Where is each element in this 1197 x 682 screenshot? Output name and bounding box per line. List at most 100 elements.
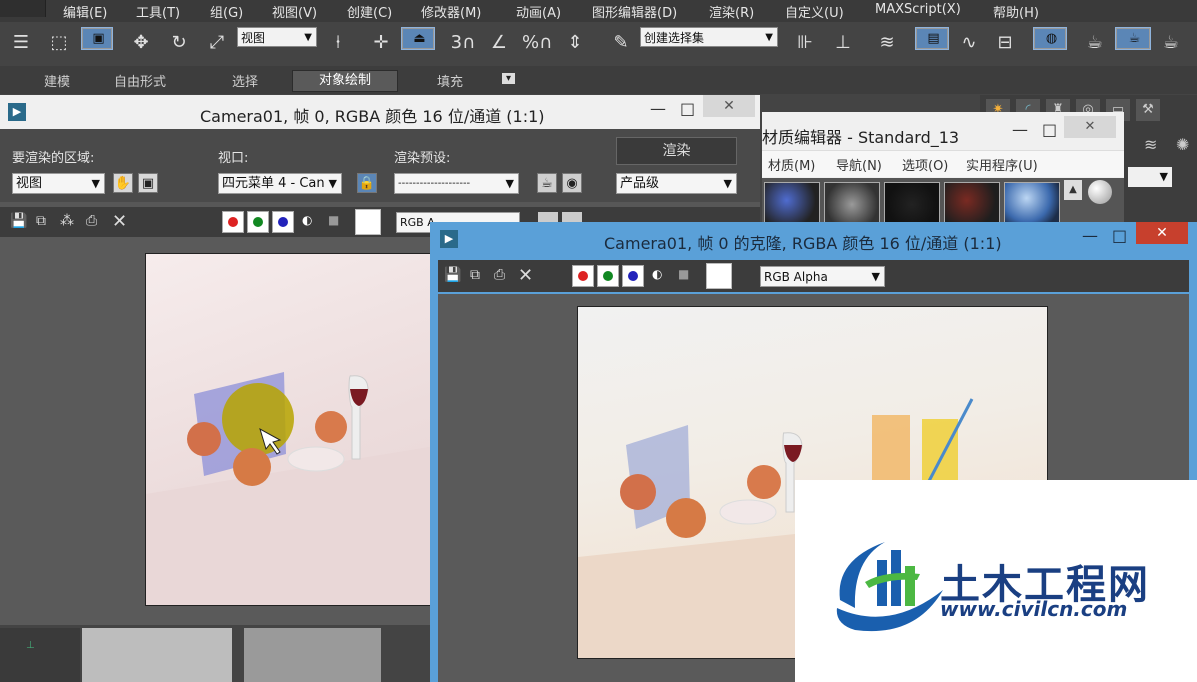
- waves-icon[interactable]: ≋: [1144, 135, 1157, 154]
- material-slot-2[interactable]: [824, 182, 880, 227]
- menu-group[interactable]: 组(G): [210, 2, 243, 21]
- environment-effects-icon[interactable]: ◉: [562, 173, 582, 193]
- ribbon-tab-object-paint[interactable]: 对象绘制: [292, 70, 399, 92]
- percent-snap-icon[interactable]: %∩: [522, 28, 552, 58]
- scale-icon[interactable]: ⤢: [202, 28, 232, 58]
- menu-views[interactable]: 视图(V): [272, 2, 317, 21]
- material-slot-4[interactable]: [944, 182, 1000, 227]
- menu-create[interactable]: 创建(C): [347, 2, 392, 21]
- ribbon-tab-populate[interactable]: 填充: [437, 71, 463, 90]
- color-swatch[interactable]: [706, 263, 732, 289]
- red-channel-toggle[interactable]: [222, 211, 244, 233]
- graphite-toolbar-icon[interactable]: ▤: [915, 27, 949, 50]
- menu-edit[interactable]: 编辑(E): [63, 2, 107, 21]
- snap-toggle-icon[interactable]: 3∩: [448, 28, 478, 58]
- move-icon[interactable]: ✥: [126, 28, 156, 58]
- schematic-view-icon[interactable]: ⊟: [990, 28, 1020, 58]
- auto-region-icon[interactable]: ▣: [138, 173, 158, 193]
- me-menu-utilities[interactable]: 实用程序(U): [966, 155, 1038, 174]
- material-slot-5[interactable]: [1004, 182, 1060, 227]
- named-selection-set-select[interactable]: 创建选择集 ▼: [640, 27, 778, 47]
- save-image-icon[interactable]: 💾: [444, 267, 461, 283]
- clear-icon[interactable]: ✕: [518, 265, 533, 286]
- red-channel-toggle[interactable]: [572, 265, 594, 287]
- green-channel-toggle[interactable]: [247, 211, 269, 233]
- material-editor-icon[interactable]: ◍: [1033, 27, 1067, 50]
- alpha-display-icon[interactable]: ◐: [302, 213, 312, 227]
- render-quality-select[interactable]: 产品级 ▼: [616, 173, 737, 194]
- alpha-display-icon[interactable]: ◐: [652, 267, 662, 281]
- curve-editor-icon[interactable]: ∿: [954, 28, 984, 58]
- save-image-icon[interactable]: 💾: [10, 213, 27, 229]
- mono-icon[interactable]: ■: [328, 213, 339, 227]
- keyboard-shortcut-override-icon[interactable]: ⏏: [401, 27, 435, 50]
- render-preset-select[interactable]: -------------------- ▼: [394, 173, 519, 194]
- area-to-render-select[interactable]: 视图 ▼: [12, 173, 105, 194]
- ribbon-tab-modeling[interactable]: 建模: [44, 71, 70, 90]
- channel-display-select[interactable]: RGB Alpha ▼: [760, 266, 885, 287]
- select-manipulate-icon[interactable]: ✛: [366, 28, 396, 58]
- reference-coordinate-select[interactable]: 视图 ▼: [237, 27, 317, 47]
- minimize-button[interactable]: —: [650, 99, 666, 118]
- me-menu-material[interactable]: 材质(M): [768, 155, 815, 174]
- me-minimize-button[interactable]: —: [1012, 120, 1028, 139]
- sample-type-icon[interactable]: [1088, 180, 1112, 204]
- edit-region-icon[interactable]: ✋: [113, 173, 133, 193]
- ribbon-tab-selection[interactable]: 选择: [232, 71, 258, 90]
- menu-tools[interactable]: 工具(T): [136, 2, 180, 21]
- layer-manager-icon[interactable]: ≋: [872, 28, 902, 58]
- close-button[interactable]: ✕: [703, 95, 755, 117]
- print-icon[interactable]: ⎙: [86, 213, 97, 229]
- copy-image-icon[interactable]: ⧉: [470, 267, 480, 283]
- color-swatch[interactable]: [355, 209, 381, 235]
- align-icon[interactable]: ⊥: [828, 28, 858, 58]
- me-menu-navigation[interactable]: 导航(N): [836, 155, 882, 174]
- spinner-snap-icon[interactable]: ⇕: [560, 28, 590, 58]
- menu-graph-editors[interactable]: 图形编辑器(D): [592, 2, 677, 21]
- menu-animation[interactable]: 动画(A): [516, 2, 561, 21]
- rendered-image[interactable]: [145, 253, 445, 606]
- clone-close-button[interactable]: ✕: [1136, 222, 1188, 244]
- utilities-tab-icon[interactable]: ⚒: [1136, 99, 1160, 121]
- pivot-center-icon[interactable]: ⍿: [322, 28, 354, 58]
- particles-icon[interactable]: ✺: [1176, 135, 1189, 154]
- blue-channel-toggle[interactable]: [272, 211, 294, 233]
- rect-select-icon[interactable]: ⬚: [44, 28, 74, 58]
- clone-window-icon[interactable]: ⁂: [60, 213, 74, 229]
- render-production-icon[interactable]: ☕: [1156, 28, 1186, 58]
- viewport-thumb-3[interactable]: [244, 628, 381, 682]
- maximize-button[interactable]: □: [680, 99, 695, 118]
- lock-icon[interactable]: 🔒: [357, 173, 377, 193]
- copy-image-icon[interactable]: ⧉: [36, 213, 46, 229]
- clear-icon[interactable]: ✕: [112, 211, 127, 232]
- angle-snap-icon[interactable]: ∠: [484, 28, 514, 58]
- window-crossing-icon[interactable]: ▣: [81, 27, 113, 50]
- rotate-icon[interactable]: ↻: [164, 28, 194, 58]
- material-slot-1[interactable]: [764, 182, 820, 227]
- menu-help[interactable]: 帮助(H): [993, 2, 1039, 21]
- menu-modifiers[interactable]: 修改器(M): [421, 2, 481, 21]
- render-button[interactable]: 渲染: [616, 137, 737, 165]
- viewport-select[interactable]: 四元菜单 4 - Can ▼: [218, 173, 342, 194]
- edit-named-selection-icon[interactable]: ✎: [606, 28, 636, 58]
- menu-maxscript[interactable]: MAXScript(X): [875, 2, 961, 17]
- viewport-thumb-1[interactable]: ⊥: [0, 628, 80, 682]
- clone-minimize-button[interactable]: —: [1082, 226, 1098, 245]
- viewport-thumb-2[interactable]: [82, 628, 232, 682]
- ribbon-options-icon[interactable]: ▾: [502, 73, 516, 84]
- mirror-icon[interactable]: ⊪: [790, 28, 820, 58]
- menu-customize[interactable]: 自定义(U): [785, 2, 844, 21]
- category-select[interactable]: ▼: [1128, 167, 1172, 187]
- ribbon-tab-freeform[interactable]: 自由形式: [114, 71, 166, 90]
- blue-channel-toggle[interactable]: [622, 265, 644, 287]
- me-close-button[interactable]: ✕: [1064, 116, 1116, 138]
- menu-rendering[interactable]: 渲染(R): [709, 2, 754, 21]
- select-object-icon[interactable]: ☰: [6, 28, 36, 58]
- app-logo[interactable]: [0, 0, 46, 17]
- rendered-frame-window-icon[interactable]: ☕: [1115, 27, 1151, 50]
- print-icon[interactable]: ⎙: [494, 267, 505, 283]
- render-setup-icon[interactable]: ☕: [537, 173, 557, 193]
- green-channel-toggle[interactable]: [597, 265, 619, 287]
- render-setup-icon[interactable]: ☕: [1080, 28, 1110, 58]
- scroll-up-icon[interactable]: ▲: [1064, 180, 1082, 200]
